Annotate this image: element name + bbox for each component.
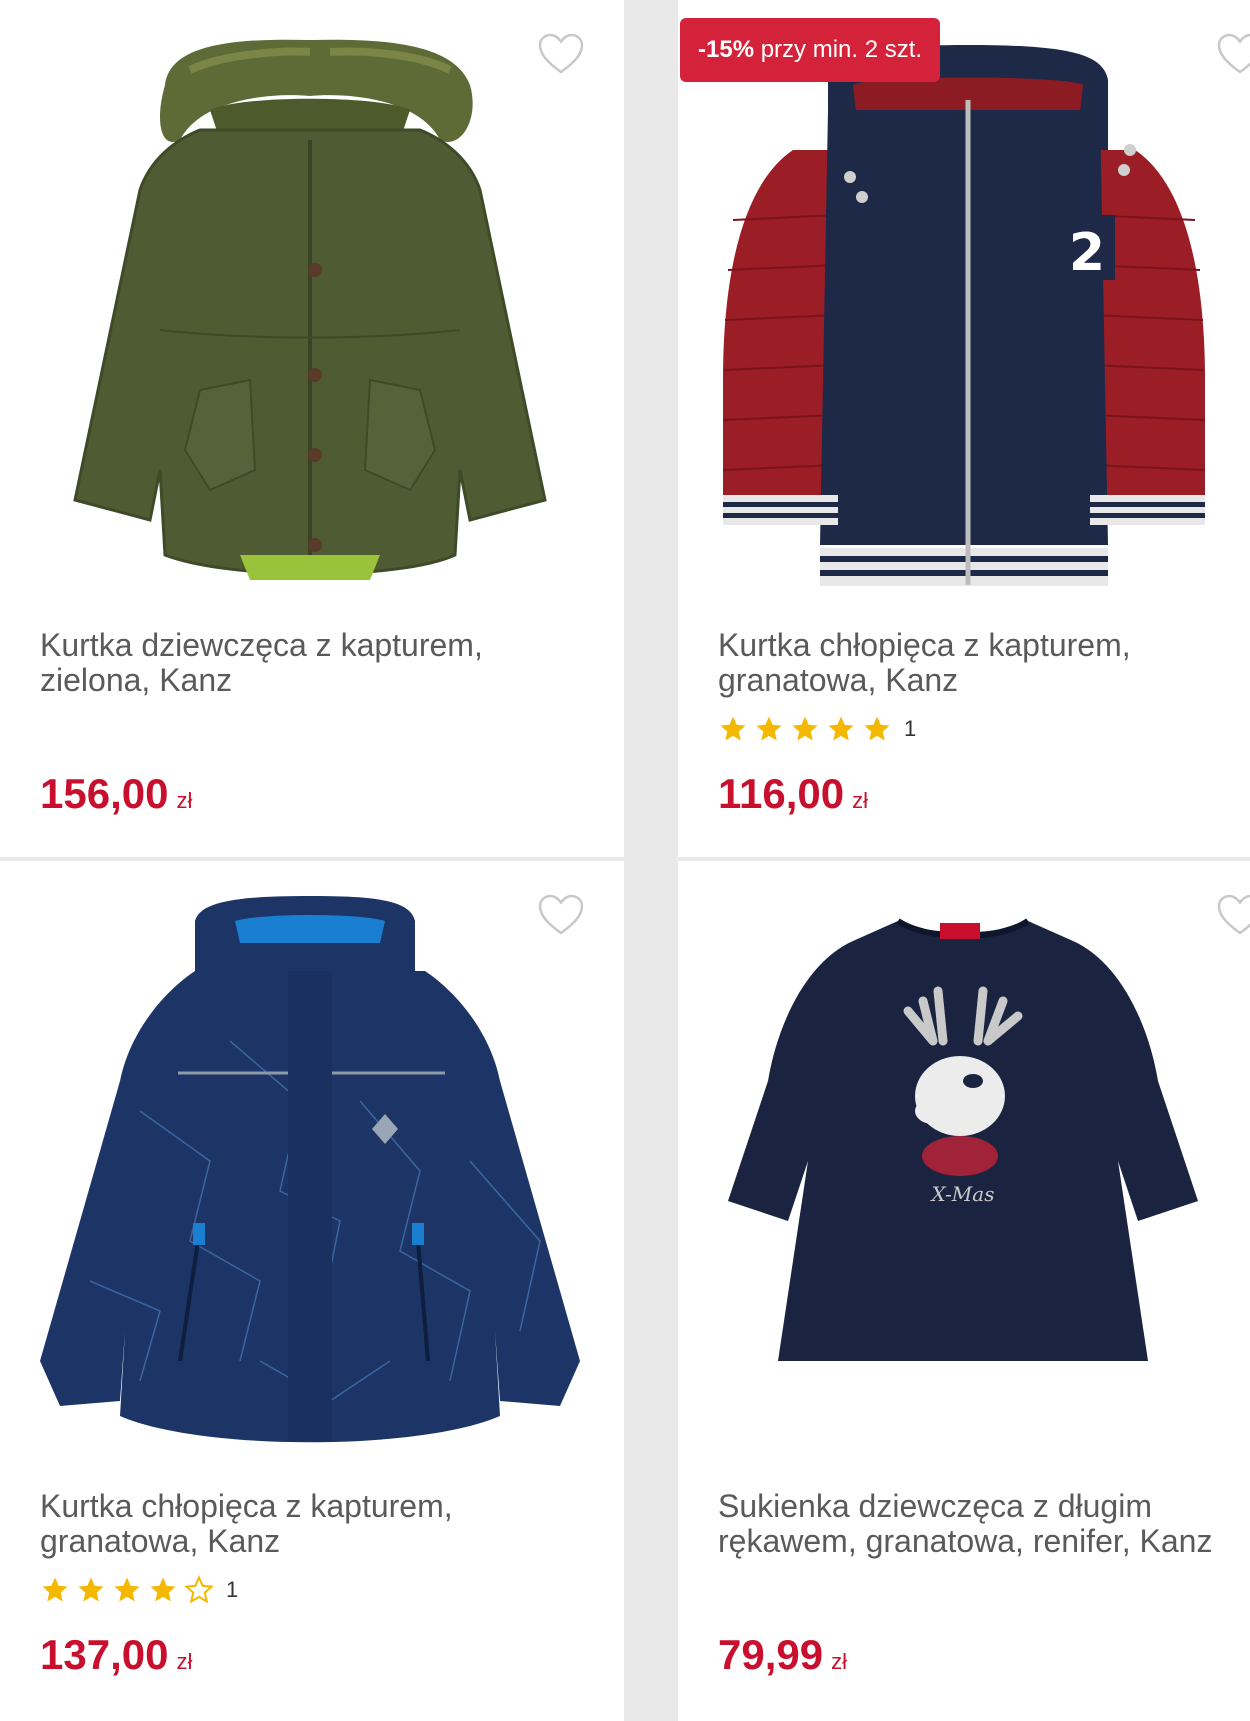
price-currency: zł: [831, 1649, 847, 1674]
product-price: 79,99 zł: [718, 1627, 847, 1690]
product-title[interactable]: Kurtka dziewczęca z kapturem, zielona, K…: [40, 628, 600, 698]
star-filled-icon: [150, 1577, 176, 1602]
star-filled-icon: [114, 1577, 140, 1602]
price-currency: zł: [176, 1649, 193, 1674]
product-rating: 1: [40, 1573, 238, 1607]
price-value: 79,99: [718, 1631, 824, 1678]
product-image-navy-red-jacket[interactable]: 2: [678, 0, 1250, 600]
product-card[interactable]: Kurtka dziewczęca z kapturem, zielona, K…: [0, 0, 624, 857]
product-price: 156,00 zł: [40, 766, 192, 829]
promo-badge: -15% przy min. 2 szt.: [680, 18, 941, 82]
star-outline-icon: [184, 1575, 214, 1604]
price-value: 156,00: [40, 770, 169, 817]
star-filled-icon: [864, 716, 890, 741]
heart-outline-icon[interactable]: [537, 32, 585, 76]
product-title[interactable]: Kurtka chłopięca z kapturem, granatowa, …: [40, 1489, 600, 1559]
star-filled-icon: [756, 716, 782, 741]
star-filled-icon: [828, 716, 854, 741]
promo-percent: -15%: [698, 36, 755, 63]
star-filled-icon: [720, 716, 746, 741]
product-image-green-parka[interactable]: [0, 0, 624, 600]
product-image-navy-patterned-jacket[interactable]: [0, 861, 624, 1461]
heart-outline-icon[interactable]: [1216, 893, 1250, 937]
price-value: 137,00: [40, 1631, 169, 1678]
svg-text:2: 2: [1069, 223, 1105, 283]
product-title[interactable]: Sukienka dziewczęca z długim rękawem, gr…: [718, 1489, 1248, 1559]
heart-outline-icon[interactable]: [1216, 32, 1250, 76]
product-card[interactable]: Kurtka chłopięca z kapturem, granatowa, …: [0, 861, 624, 1721]
product-card[interactable]: 2 -15% przy min. 2 szt. Kurtka chłopięca…: [678, 0, 1250, 857]
product-title[interactable]: Kurtka chłopięca z kapturem, granatowa, …: [718, 628, 1248, 698]
heart-outline-icon[interactable]: [537, 893, 585, 937]
product-card[interactable]: X-Mas Sukienka dziewczęca z długim rękaw…: [678, 861, 1250, 1721]
price-currency: zł: [852, 788, 869, 813]
star-filled-icon: [78, 1577, 104, 1602]
svg-text:X-Mas: X-Mas: [930, 1182, 995, 1206]
product-grid: Kurtka dziewczęca z kapturem, zielona, K…: [0, 0, 1250, 1721]
rating-count: 1: [226, 1577, 239, 1602]
star-filled-icon: [42, 1577, 68, 1602]
rating-count: 1: [904, 716, 917, 741]
product-price: 116,00 zł: [718, 766, 868, 829]
price-currency: zł: [176, 788, 193, 813]
product-rating: 1: [718, 712, 916, 746]
product-price: 137,00 zł: [40, 1627, 192, 1690]
product-image-navy-reindeer-dress[interactable]: X-Mas: [678, 861, 1250, 1461]
price-value: 116,00: [718, 770, 845, 817]
star-filled-icon: [792, 716, 818, 741]
promo-text: przy min. 2 szt.: [760, 36, 923, 63]
